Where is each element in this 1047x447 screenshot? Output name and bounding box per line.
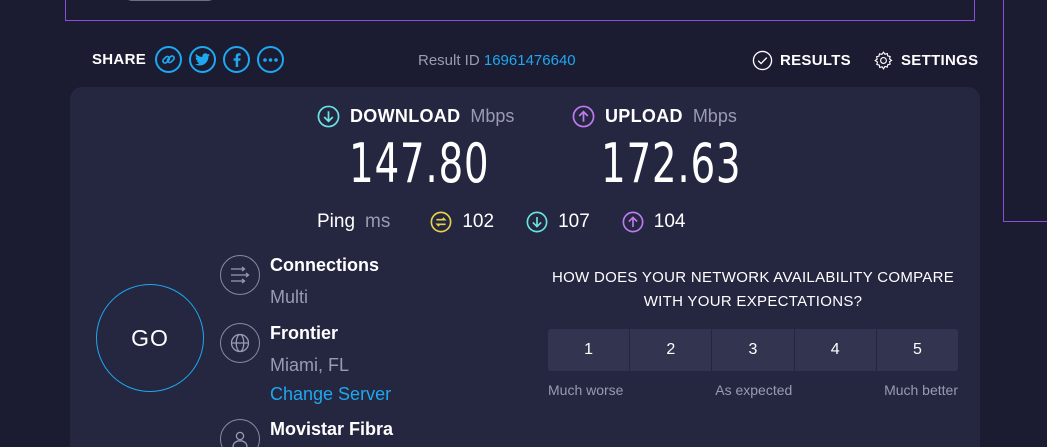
idle-ping-icon (430, 211, 452, 233)
isp-title: Movistar Fibra (270, 419, 394, 439)
share-row: SHARE (92, 46, 285, 73)
rating-low-label: Much worse (548, 382, 624, 398)
download-unit: Mbps (470, 106, 515, 126)
rating-option-2[interactable]: 2 (630, 329, 713, 371)
upload-unit: Mbps (692, 106, 737, 126)
download-metric: DOWNLOAD Mbps 147.80 (317, 105, 544, 191)
download-label: DOWNLOAD (350, 106, 461, 126)
more-icon[interactable] (257, 46, 285, 73)
survey-question: HOW DOES YOUR NETWORK AVAILABILITY COMPA… (551, 269, 955, 310)
server-info: Frontier Miami, FL Change Server (220, 323, 391, 405)
connections-info: Connections Multi (220, 255, 379, 308)
link-icon[interactable] (155, 46, 183, 73)
rating-labels: Much worse As expected Much better (548, 382, 958, 398)
ping-download: 107 (526, 211, 590, 233)
top-actions: RESULTS SETTINGS (752, 50, 978, 71)
upload-label: UPLOAD (605, 106, 683, 126)
download-ping-icon (526, 211, 548, 233)
connections-value: Multi (270, 287, 309, 307)
gear-icon (874, 51, 893, 70)
results-label: RESULTS (780, 52, 851, 69)
upload-metric: UPLOAD Mbps 172.63 (572, 105, 796, 191)
settings-button[interactable]: SETTINGS (873, 50, 978, 71)
rating-option-5[interactable]: 5 (877, 329, 958, 371)
rating-option-1[interactable]: 1 (548, 329, 631, 371)
go-button[interactable]: GO (96, 284, 204, 392)
upload-arrow-icon (572, 105, 595, 128)
server-location: Miami, FL (270, 355, 350, 375)
twitter-icon[interactable] (189, 46, 217, 73)
rating-high-label: Much better (884, 382, 958, 398)
result-id-value[interactable]: 16961476640 (484, 52, 576, 69)
top-banner (65, 0, 975, 21)
connections-title: Connections (270, 255, 380, 275)
isp-info: Movistar Fibra (220, 419, 393, 447)
result-id-label: Result ID (418, 52, 480, 69)
ping-label: Ping (317, 211, 356, 232)
facebook-icon[interactable] (223, 46, 251, 73)
ping-upload: 104 (622, 211, 686, 233)
ping-idle-value: 102 (462, 211, 495, 232)
globe-icon (220, 323, 260, 363)
rating-mid-label: As expected (715, 382, 793, 398)
results-panel: DOWNLOAD Mbps 147.80 UPLOAD Mbps 172.63 … (70, 87, 980, 447)
result-id: Result ID 16961476640 (418, 52, 576, 69)
check-circle-icon (752, 50, 773, 71)
ping-upload-value: 104 (653, 211, 686, 232)
share-label: SHARE (92, 51, 147, 68)
user-icon (220, 419, 260, 447)
rating-scale: 1 2 3 4 5 (548, 329, 958, 371)
upload-ping-icon (622, 211, 644, 233)
ping-unit: ms (365, 211, 391, 232)
change-server-link[interactable]: Change Server (270, 384, 391, 405)
side-ad-frame (1003, 0, 1047, 222)
ping-row: Ping ms 102 107 104 (317, 211, 717, 233)
upload-value: 172.63 (601, 132, 742, 195)
connections-icon (220, 255, 260, 295)
download-arrow-icon (317, 105, 340, 128)
rating-option-4[interactable]: 4 (795, 329, 877, 371)
ping-idle: 102 (430, 211, 494, 233)
settings-label: SETTINGS (901, 52, 979, 69)
download-value: 147.80 (349, 132, 490, 195)
device-graphic (124, 0, 216, 1)
ping-download-value: 107 (558, 211, 590, 232)
rating-option-3[interactable]: 3 (712, 329, 795, 371)
server-title: Frontier (270, 323, 339, 343)
results-button[interactable]: RESULTS (752, 50, 851, 71)
